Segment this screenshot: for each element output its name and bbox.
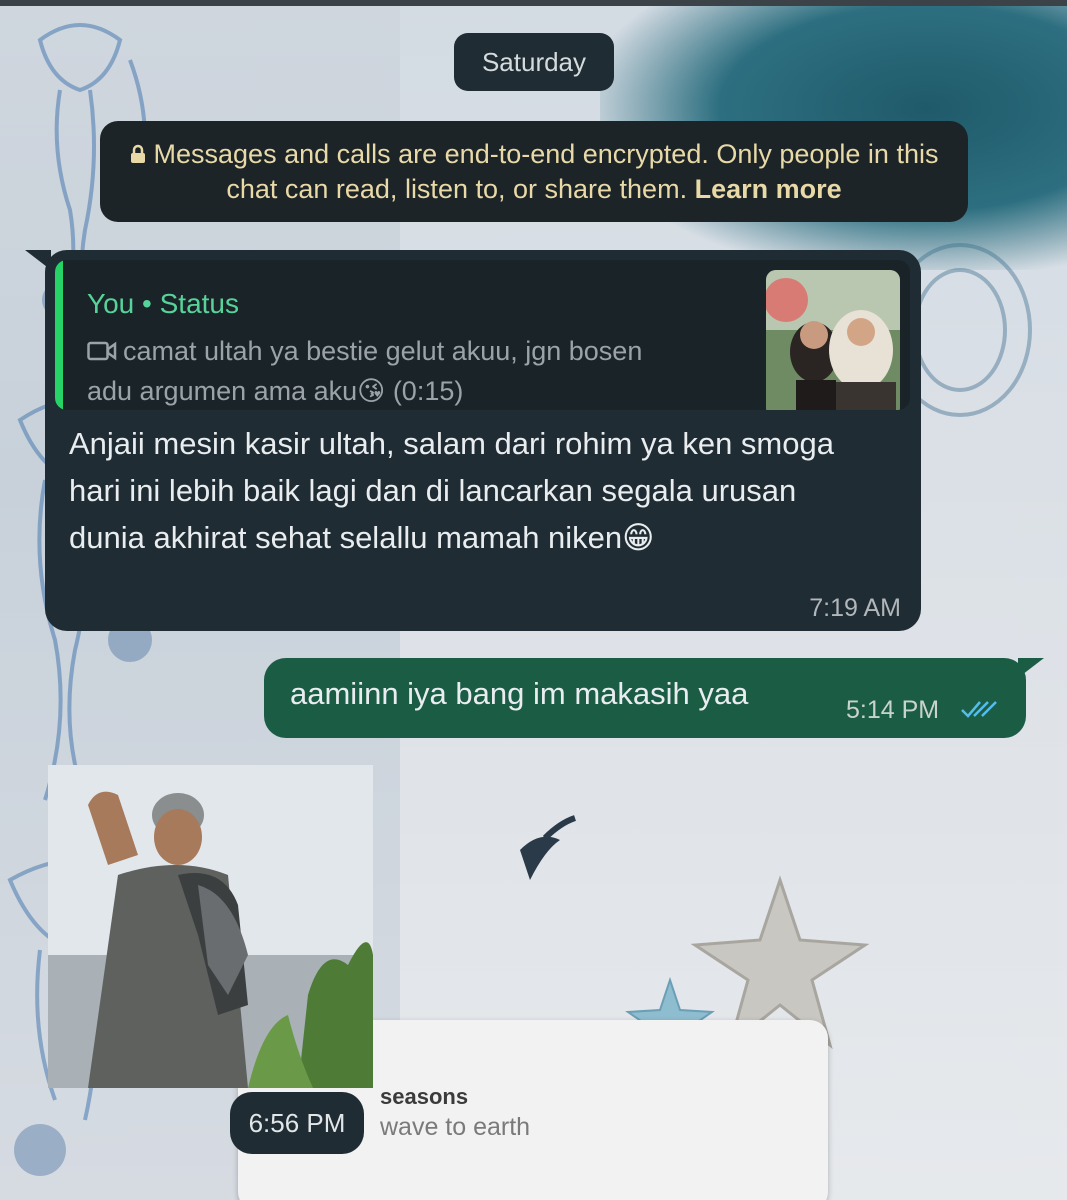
message-text: Anjaii mesin kasir ultah, salam dari roh…: [69, 426, 834, 555]
status-bar-edge: [0, 0, 1067, 6]
incoming-message-bubble[interactable]: You • Status camat ultah ya bestie gelut…: [25, 250, 921, 631]
quote-text-row: camat ultah ya bestie gelut akuu, jgn bo…: [87, 332, 687, 410]
lock-icon: [130, 138, 146, 172]
double-check-read-icon: [960, 698, 1000, 725]
quote-accent-bar: [55, 260, 63, 410]
message-time: 7:19 AM: [809, 594, 901, 622]
quote-title: You • Status: [87, 288, 239, 319]
quoted-status[interactable]: You • Status camat ultah ya bestie gelut…: [55, 260, 910, 410]
message-text: aamiinn iya bang im makasih yaa: [290, 676, 749, 711]
song-title: seasons: [380, 1084, 469, 1109]
sticker-image[interactable]: [48, 765, 373, 1088]
bubble-tail: [1018, 658, 1044, 678]
date-separator: Saturday: [454, 33, 614, 91]
quote-text: camat ultah ya bestie gelut akuu, jgn bo…: [87, 336, 643, 406]
encryption-notice[interactable]: Messages and calls are end-to-end encryp…: [100, 121, 968, 222]
bird-silhouette-icon: [520, 836, 560, 880]
learn-more-link[interactable]: Learn more: [695, 174, 842, 204]
outgoing-message-bubble[interactable]: aamiinn iya bang im makasih yaa 5:14 PM: [264, 658, 1044, 738]
song-artist: wave to earth: [380, 1113, 531, 1141]
video-icon: [87, 334, 117, 372]
status-thumbnail[interactable]: [766, 270, 900, 410]
sticker-time: 6:56 PM: [230, 1092, 364, 1154]
message-time: 5:14 PM: [846, 696, 940, 724]
bubble-tail: [25, 250, 51, 270]
